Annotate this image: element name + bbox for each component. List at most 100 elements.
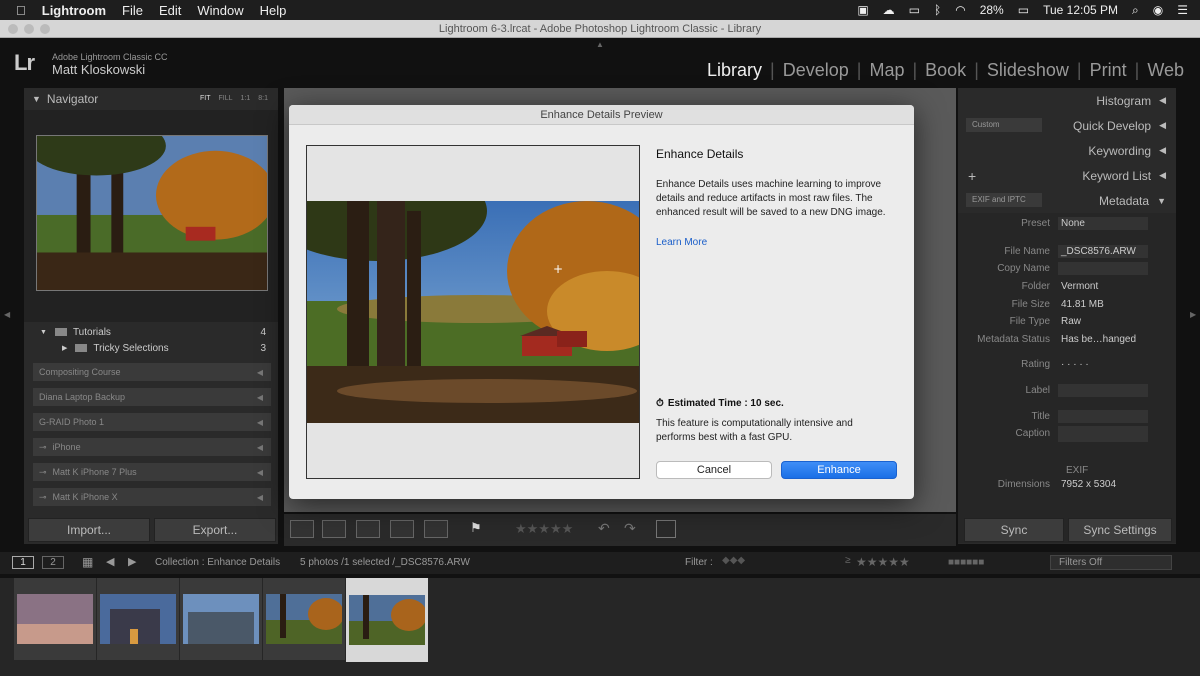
metadata-status-value[interactable]: Has be…hanged — [1058, 333, 1148, 346]
rating-filter-operator[interactable]: ≥ — [845, 555, 851, 566]
filters-select[interactable]: Filters Off — [1050, 555, 1172, 570]
rating-stars-icon[interactable]: ★★★★★ — [515, 521, 573, 537]
cloud-icon[interactable]: ☁ — [883, 3, 895, 17]
bluetooth-icon[interactable]: ᛒ — [934, 3, 941, 17]
wifi-icon[interactable]: ◠ — [955, 3, 965, 17]
expand-triangle-icon[interactable]: ▼ — [40, 329, 47, 336]
collapse-triangle-icon[interactable]: ◀ — [1159, 95, 1166, 106]
filmstrip-thumb[interactable] — [97, 578, 179, 660]
sync-settings-button[interactable]: Sync Settings — [1068, 518, 1172, 542]
filmstrip-thumb[interactable] — [180, 578, 262, 660]
color-filter-icon[interactable]: ■■■■■■ — [948, 557, 984, 568]
enhance-button[interactable]: Enhance — [781, 461, 897, 479]
collapsed-triangle-icon[interactable]: ▶ — [62, 344, 67, 352]
volume-triangle-icon[interactable]: ◀ — [257, 418, 263, 427]
volume-iphone-x[interactable]: ⊸ Matt K iPhone X ◀ — [32, 487, 272, 507]
expand-triangle-icon[interactable]: ▼ — [1157, 196, 1166, 206]
label-field[interactable] — [1058, 384, 1148, 398]
people-view-icon[interactable] — [424, 520, 448, 538]
volume-triangle-icon[interactable]: ◀ — [257, 493, 263, 502]
main-window-button[interactable]: 1 — [12, 556, 34, 569]
second-window-button[interactable]: 2 — [42, 556, 64, 569]
flag-icon[interactable]: ⚑ — [470, 520, 482, 536]
enhance-preview-pane[interactable]: + — [306, 145, 640, 479]
histogram-header[interactable]: Histogram ◀ — [958, 88, 1176, 113]
learn-more-link[interactable]: Learn More — [656, 237, 707, 248]
airplay-icon[interactable]: ▭ — [909, 3, 920, 17]
preview-image[interactable]: + — [307, 201, 639, 423]
volume-compositing-course[interactable]: Compositing Course ◀ — [32, 362, 272, 382]
volume-triangle-icon[interactable]: ◀ — [257, 368, 263, 377]
clock[interactable]: Tue 12:05 PM — [1043, 3, 1118, 17]
camera-icon[interactable]: ▣ — [857, 3, 868, 17]
survey-view-icon[interactable] — [390, 520, 414, 538]
left-panel-toggle-icon[interactable]: ◀ — [4, 310, 10, 319]
collapse-triangle-icon[interactable]: ▼ — [32, 94, 41, 104]
siri-icon[interactable]: ◉ — [1153, 3, 1163, 17]
minimize-window-icon[interactable] — [24, 24, 34, 34]
module-web[interactable]: Web — [1139, 60, 1192, 81]
battery-icon[interactable]: ▭ — [1018, 3, 1029, 17]
right-panel-toggle-icon[interactable]: ▶ — [1190, 310, 1196, 319]
menu-help[interactable]: Help — [260, 3, 287, 18]
module-library[interactable]: Library — [699, 60, 770, 81]
keywording-header[interactable]: Keywording ◀ — [958, 138, 1176, 163]
volume-iphone[interactable]: ⊸ iPhone ◀ — [32, 437, 272, 457]
selection-info[interactable]: 5 photos /1 selected /_DSC8576.ARW — [300, 557, 470, 568]
metadata-header[interactable]: EXIF and IPTC Metadata ▼ — [958, 188, 1176, 213]
volume-triangle-icon[interactable]: ◀ — [257, 468, 263, 477]
rating-value[interactable]: · · · · · — [1058, 358, 1148, 371]
sync-button[interactable]: Sync — [964, 518, 1064, 542]
grid-view-icon[interactable] — [290, 520, 314, 538]
rating-filter-stars[interactable]: ★★★★★ — [856, 555, 910, 569]
module-book[interactable]: Book — [917, 60, 974, 81]
volume-diana-laptop[interactable]: Diana Laptop Backup ◀ — [32, 387, 272, 407]
saved-preset-select[interactable]: Custom — [966, 118, 1042, 132]
navigator-preview[interactable] — [36, 135, 268, 291]
file-name-value[interactable]: _DSC8576.ARW — [1058, 244, 1148, 258]
copy-name-field[interactable] — [1058, 262, 1148, 276]
keyword-list-header[interactable]: + Keyword List ◀ — [958, 163, 1176, 188]
import-button[interactable]: Import... — [28, 518, 150, 542]
module-print[interactable]: Print — [1082, 60, 1135, 81]
menu-file[interactable]: File — [122, 3, 143, 18]
preset-select[interactable]: None — [1058, 217, 1148, 231]
forward-arrow-icon[interactable]: ▶ — [128, 555, 136, 568]
title-field[interactable] — [1058, 409, 1148, 423]
volume-iphone-7[interactable]: ⊸ Matt K iPhone 7 Plus ◀ — [32, 462, 272, 482]
zoom-fit[interactable]: FIT — [200, 95, 211, 102]
close-window-icon[interactable] — [8, 24, 18, 34]
caption-field[interactable] — [1058, 425, 1148, 442]
spotlight-icon[interactable]: ⌕ — [1132, 3, 1139, 18]
add-keyword-icon[interactable]: + — [968, 168, 976, 184]
zoom-1-1[interactable]: 1:1 — [241, 95, 251, 102]
zoom-8-1[interactable]: 8:1 — [258, 95, 268, 102]
metadata-view-select[interactable]: EXIF and IPTC — [966, 193, 1042, 207]
folder-tutorials[interactable]: ▼ Tutorials 4 — [24, 324, 278, 340]
loupe-view-icon[interactable] — [322, 520, 346, 538]
volume-triangle-icon[interactable]: ◀ — [257, 443, 263, 452]
menu-window[interactable]: Window — [197, 3, 243, 18]
volume-triangle-icon[interactable]: ◀ — [257, 393, 263, 402]
notification-icon[interactable]: ☰ — [1177, 3, 1188, 17]
rotate-right-icon[interactable]: ↷ — [624, 520, 636, 537]
menu-edit[interactable]: Edit — [159, 3, 181, 18]
collection-source[interactable]: Collection : Enhance Details — [155, 557, 280, 568]
collapse-triangle-icon[interactable]: ◀ — [1159, 120, 1166, 131]
top-panel-toggle-icon[interactable]: ▲ — [596, 40, 604, 49]
folder-tricky-selections[interactable]: ▶ Tricky Selections 3 — [24, 340, 278, 356]
zoom-fill[interactable]: FILL — [219, 95, 233, 102]
compare-view-icon[interactable] — [356, 520, 380, 538]
zoom-window-icon[interactable] — [40, 24, 50, 34]
rotate-left-icon[interactable]: ↶ — [598, 520, 610, 537]
filmstrip-thumb[interactable] — [14, 578, 96, 660]
quick-develop-header[interactable]: Custom Quick Develop ◀ — [958, 113, 1176, 138]
module-slideshow[interactable]: Slideshow — [979, 60, 1077, 81]
volume-g-raid[interactable]: G-RAID Photo 1 ◀ — [32, 412, 272, 432]
flag-filter-icon[interactable]: ◆◆◆ — [722, 555, 745, 566]
filmstrip-thumb-selected[interactable] — [346, 578, 428, 662]
apple-icon[interactable]:  — [16, 3, 26, 18]
module-map[interactable]: Map — [861, 60, 912, 81]
crop-overlay-icon[interactable] — [656, 520, 676, 538]
collapse-triangle-icon[interactable]: ◀ — [1159, 170, 1166, 181]
